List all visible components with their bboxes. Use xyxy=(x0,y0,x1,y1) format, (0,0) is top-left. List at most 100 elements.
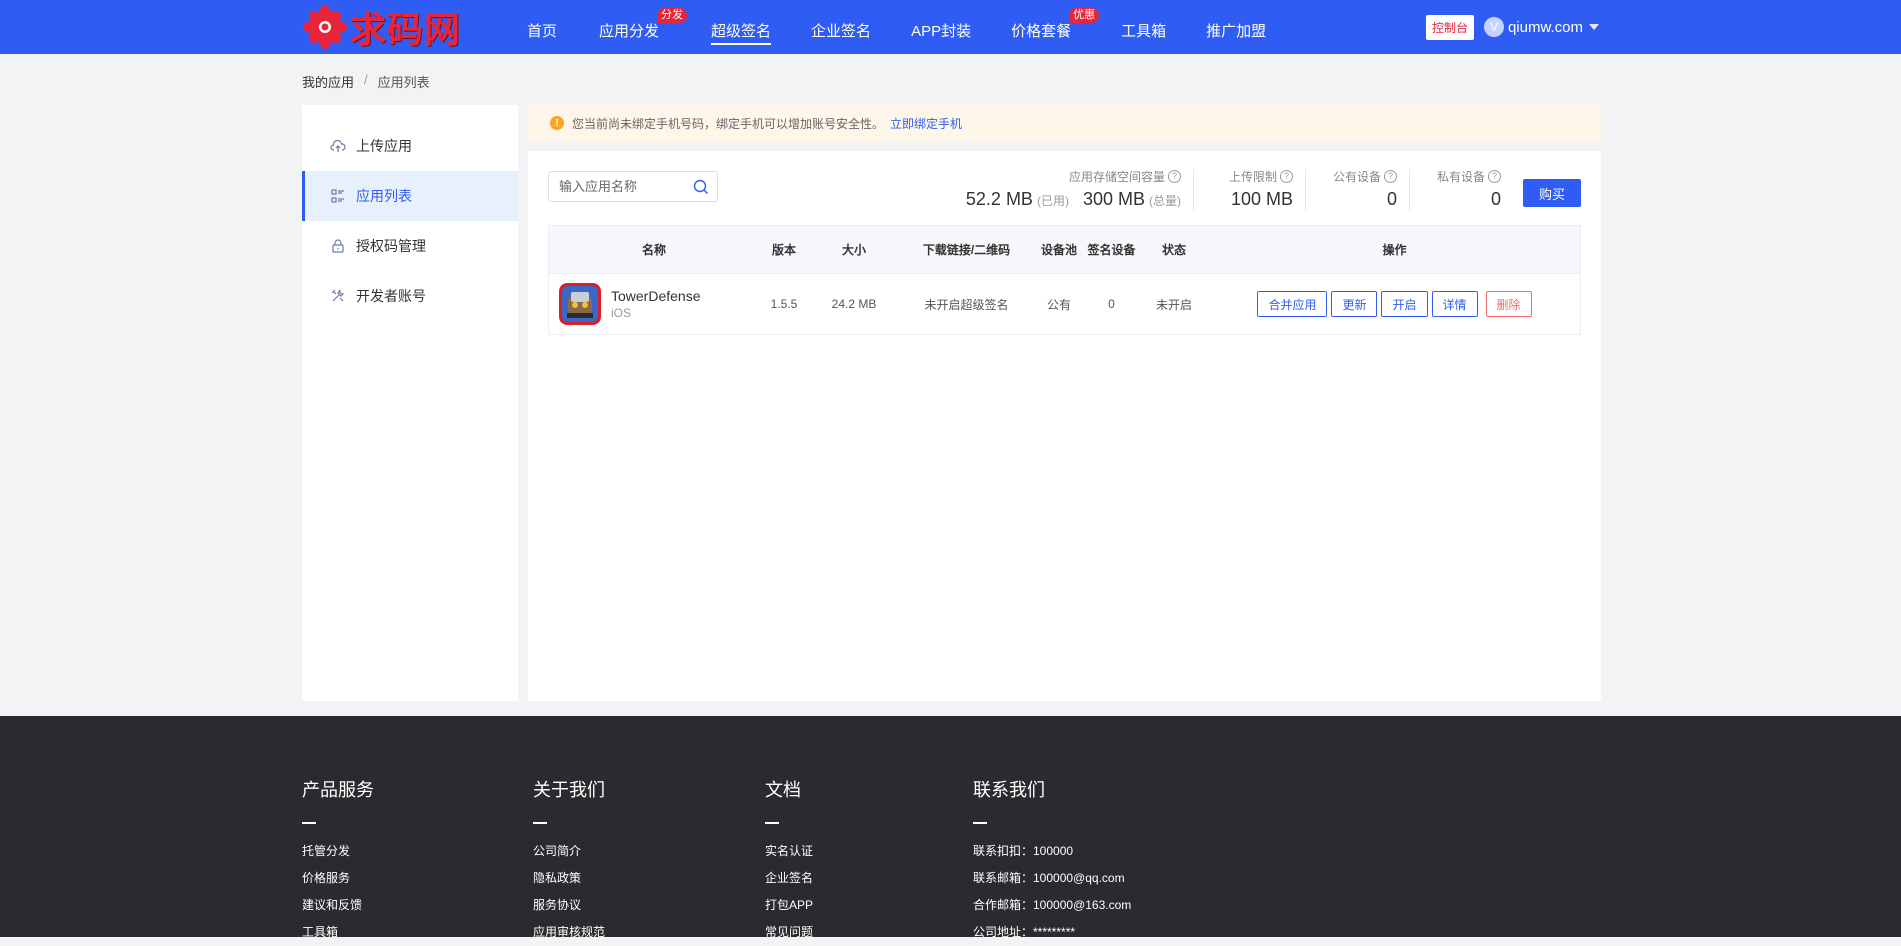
help-icon[interactable]: ? xyxy=(1280,169,1293,183)
update-button[interactable]: 更新 xyxy=(1331,291,1378,317)
footer-divider xyxy=(302,822,316,824)
chevron-down-icon[interactable] xyxy=(1589,24,1599,30)
details-button[interactable]: 详情 xyxy=(1431,291,1478,317)
app-download-link: 未开启超级签名 xyxy=(924,297,1009,312)
footer-link[interactable]: 价格服务 xyxy=(302,865,374,892)
footer-link[interactable]: 打包APP xyxy=(765,892,813,919)
phone-binding-alert: ! 您当前尚未绑定手机号码，绑定手机可以增加账号安全性。 立即绑定手机 xyxy=(528,105,1601,141)
nav-badge-distribution: 分发 xyxy=(657,8,688,23)
app-platform: iOS xyxy=(611,306,632,320)
nav-toolbox[interactable]: 工具箱 xyxy=(1111,0,1176,54)
usage-stats: 应用存储空间容量? 52.2 MB (已用) 300 MB (总量) 上传限制? 1… xyxy=(954,169,1581,210)
delete-button[interactable]: 删除 xyxy=(1485,291,1532,317)
footer-link[interactable]: 服务协议 xyxy=(533,892,605,919)
footer-col-contact: 联系我们 联系扣扣：100000 联系邮箱：100000@qq.com 合作邮箱… xyxy=(973,776,1131,946)
col-header-name: 名称 xyxy=(641,243,666,257)
nav-enterprise-sign[interactable]: 企业签名 xyxy=(801,0,881,54)
storage-stat: 应用存储空间容量? 52.2 MB (已用) 300 MB (总量) xyxy=(954,169,1193,210)
app-signed-devices: 0 xyxy=(1108,297,1115,311)
private-devices-label: 私有设备 xyxy=(1436,169,1485,184)
help-icon[interactable]: ? xyxy=(1488,169,1501,183)
footer-divider xyxy=(765,822,779,824)
app-status: 未开启 xyxy=(1155,297,1192,312)
bind-phone-link[interactable]: 立即绑定手机 xyxy=(890,115,962,132)
nav-super-sign[interactable]: 超级签名 xyxy=(701,0,781,54)
footer-link[interactable]: 公司简介 xyxy=(533,838,605,865)
nav-promotion[interactable]: 推广加盟 xyxy=(1196,0,1276,54)
sidebar-item-app-list[interactable]: 应用列表 xyxy=(302,171,518,221)
storage-total-value: 300 MB xyxy=(1082,189,1145,209)
col-header-ops: 操作 xyxy=(1382,243,1407,257)
nav-home[interactable]: 首页 xyxy=(517,0,567,54)
tower-defense-app-icon[interactable] xyxy=(559,283,601,325)
footer-link[interactable]: 实名认证 xyxy=(765,838,813,865)
storage-used-suffix: (已用) xyxy=(1036,194,1069,208)
console-button[interactable]: 控制台 xyxy=(1425,14,1474,40)
footer-title: 产品服务 xyxy=(302,780,374,800)
sidebar-item-developer-account[interactable]: 开发者账号 xyxy=(302,271,518,321)
footer-col-docs: 文档 实名认证 企业签名 打包APP 常见问题 xyxy=(765,776,813,946)
nav-app-distribution[interactable]: 应用分发 分发 xyxy=(589,0,688,54)
col-header-version: 版本 xyxy=(771,243,796,257)
private-devices-stat: 私有设备? 0 xyxy=(1409,169,1513,210)
help-icon[interactable]: ? xyxy=(1168,169,1181,183)
lock-icon xyxy=(332,239,344,253)
list-icon xyxy=(331,189,344,203)
footer-divider xyxy=(533,822,547,824)
buy-button[interactable]: 购买 xyxy=(1523,179,1581,207)
app-table: 名称 版本 大小 下载链接/二维码 设备池 签名设备 状态 操作 TowerDe… xyxy=(548,225,1581,335)
top-navbar: 求码网 首页 应用分发 分发 超级签名 企业签名 APP封装 价格套餐 优惠 工具箱… xyxy=(0,0,1901,54)
footer-link[interactable]: 工具箱 xyxy=(302,919,374,946)
upload-limit-value: 100 MB xyxy=(1230,189,1293,209)
upload-limit-stat: 上传限制? 100 MB xyxy=(1193,169,1305,210)
col-header-signed: 签名设备 xyxy=(1087,243,1136,257)
footer-link[interactable]: 应用审核规范 xyxy=(533,919,605,946)
nav-app-wrap[interactable]: APP封装 xyxy=(901,0,981,54)
public-devices-label: 公有设备 xyxy=(1332,169,1381,184)
footer: 产品服务 托管分发 价格服务 建议和反馈 工具箱 关于我们 公司简介 隐私政策 … xyxy=(0,716,1901,939)
site-logo[interactable]: 求码网 xyxy=(302,0,507,54)
cloud-upload-icon xyxy=(330,139,346,152)
sidebar: 上传应用 应用列表 授权码管理 开发者账号 xyxy=(302,105,518,701)
help-icon[interactable]: ? xyxy=(1384,169,1397,183)
upload-limit-label: 上传限制 xyxy=(1228,169,1277,184)
public-devices-value: 0 xyxy=(1386,189,1397,209)
col-header-status: 状态 xyxy=(1161,243,1186,257)
footer-col-about: 关于我们 公司简介 隐私政策 服务协议 应用审核规范 xyxy=(533,776,605,946)
tools-icon xyxy=(331,289,345,302)
nav-pricing[interactable]: 价格套餐 优惠 xyxy=(1001,0,1100,54)
footer-link[interactable]: 企业签名 xyxy=(765,865,813,892)
breadcrumb-separator: / xyxy=(364,72,368,87)
main-nav: 首页 应用分发 分发 超级签名 企业签名 APP封装 价格套餐 优惠 工具箱 推广加… xyxy=(507,0,1276,54)
storage-used-value: 52.2 MB xyxy=(965,189,1033,209)
sidebar-item-label: 上传应用 xyxy=(356,138,412,154)
footer-divider xyxy=(973,822,987,824)
col-header-size: 大小 xyxy=(841,243,866,257)
search-input[interactable] xyxy=(559,179,689,194)
sidebar-item-upload[interactable]: 上传应用 xyxy=(302,121,518,171)
footer-title: 文档 xyxy=(765,780,801,800)
breadcrumb-root[interactable]: 我的应用 xyxy=(302,72,354,91)
col-header-link: 下载链接/二维码 xyxy=(922,243,1011,257)
search-icon[interactable] xyxy=(693,179,709,195)
table-row: TowerDefense iOS 1.5.5 24.2 MB 未开启超级签名 公… xyxy=(549,274,1580,334)
avatar[interactable]: V xyxy=(1483,17,1504,37)
footer-title: 联系我们 xyxy=(973,780,1045,800)
merge-app-button[interactable]: 合并应用 xyxy=(1257,291,1328,317)
enable-button[interactable]: 开启 xyxy=(1381,291,1428,317)
sidebar-item-auth-codes[interactable]: 授权码管理 xyxy=(302,221,518,271)
app-name[interactable]: TowerDefense xyxy=(611,288,701,304)
footer-link[interactable]: 托管分发 xyxy=(302,838,374,865)
app-size: 24.2 MB xyxy=(831,297,877,311)
footer-contact-email: 联系邮箱：100000@qq.com xyxy=(973,871,1125,885)
app-version: 1.5.5 xyxy=(770,297,798,311)
table-header: 名称 版本 大小 下载链接/二维码 设备池 签名设备 状态 操作 xyxy=(549,226,1580,274)
footer-link[interactable]: 建议和反馈 xyxy=(302,892,374,919)
alert-text: 您当前尚未绑定手机号码，绑定手机可以增加账号安全性。 xyxy=(572,116,885,131)
footer-link[interactable]: 隐私政策 xyxy=(533,865,605,892)
username[interactable]: qiumw.com xyxy=(1508,19,1583,36)
footer-link[interactable]: 常见问题 xyxy=(765,919,813,946)
sidebar-item-label: 应用列表 xyxy=(356,188,412,204)
storage-label: 应用存储空间容量 xyxy=(1068,169,1165,184)
breadcrumb: 我的应用 / 应用列表 xyxy=(302,72,430,91)
